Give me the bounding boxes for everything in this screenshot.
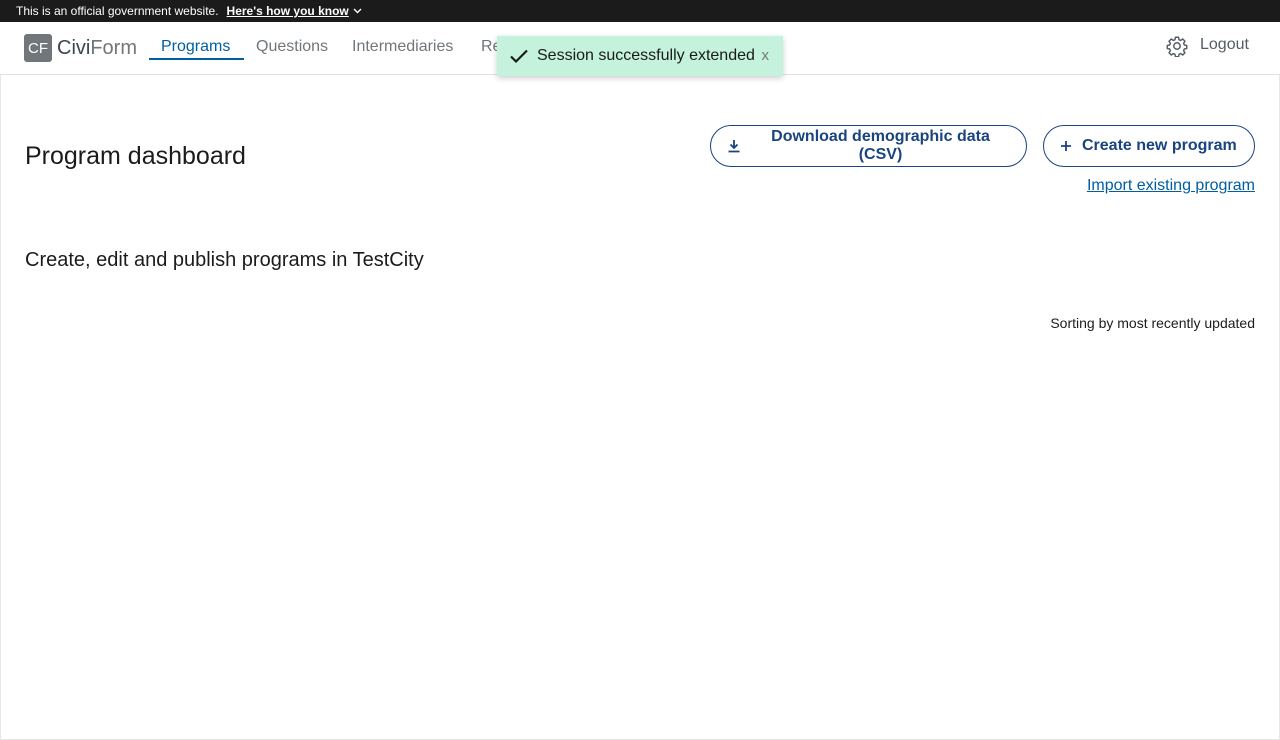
nav-active-indicator <box>149 58 244 60</box>
logout-link[interactable]: Logout <box>1200 36 1249 54</box>
nav-intermediaries[interactable]: Intermediaries <box>352 38 453 56</box>
gov-banner-link[interactable]: Here's how you know <box>227 4 362 18</box>
page-title: Program dashboard <box>25 142 246 170</box>
check-icon <box>510 49 528 64</box>
page-subtitle: Create, edit and publish programs in Tes… <box>25 249 424 271</box>
main-content <box>0 75 1280 740</box>
nav-programs[interactable]: Programs <box>161 38 230 56</box>
download-icon <box>727 139 741 153</box>
logo[interactable]: CF CiviForm <box>24 34 137 62</box>
toast-notification: Session successfully extended x <box>497 36 783 76</box>
gov-banner-text: This is an official government website. <box>16 4 219 18</box>
gov-banner-link-label: Here's how you know <box>226 4 349 18</box>
sorting-label: Sorting by most recently updated <box>1050 315 1255 331</box>
gear-icon[interactable] <box>1166 35 1188 57</box>
create-new-program-button[interactable]: Create new program <box>1043 125 1255 167</box>
logo-text-part2: Form <box>90 36 138 59</box>
toast-message: Session successfully extended <box>537 47 755 64</box>
create-button-label: Create new program <box>1082 137 1237 154</box>
logo-text: CiviForm <box>57 37 137 60</box>
plus-icon <box>1060 140 1072 152</box>
import-existing-program-link[interactable]: Import existing program <box>1087 177 1255 195</box>
gov-banner: This is an official government website. … <box>0 0 1280 22</box>
logo-text-part1: Civi <box>57 36 91 59</box>
chevron-down-icon <box>353 8 362 14</box>
logo-mark: CF <box>24 34 52 62</box>
nav-questions[interactable]: Questions <box>256 38 328 56</box>
download-demographic-data-button[interactable]: Download demographic data (CSV) <box>710 125 1027 167</box>
toast-close-button[interactable]: x <box>762 47 770 64</box>
download-button-label: Download demographic data (CSV) <box>771 128 990 163</box>
